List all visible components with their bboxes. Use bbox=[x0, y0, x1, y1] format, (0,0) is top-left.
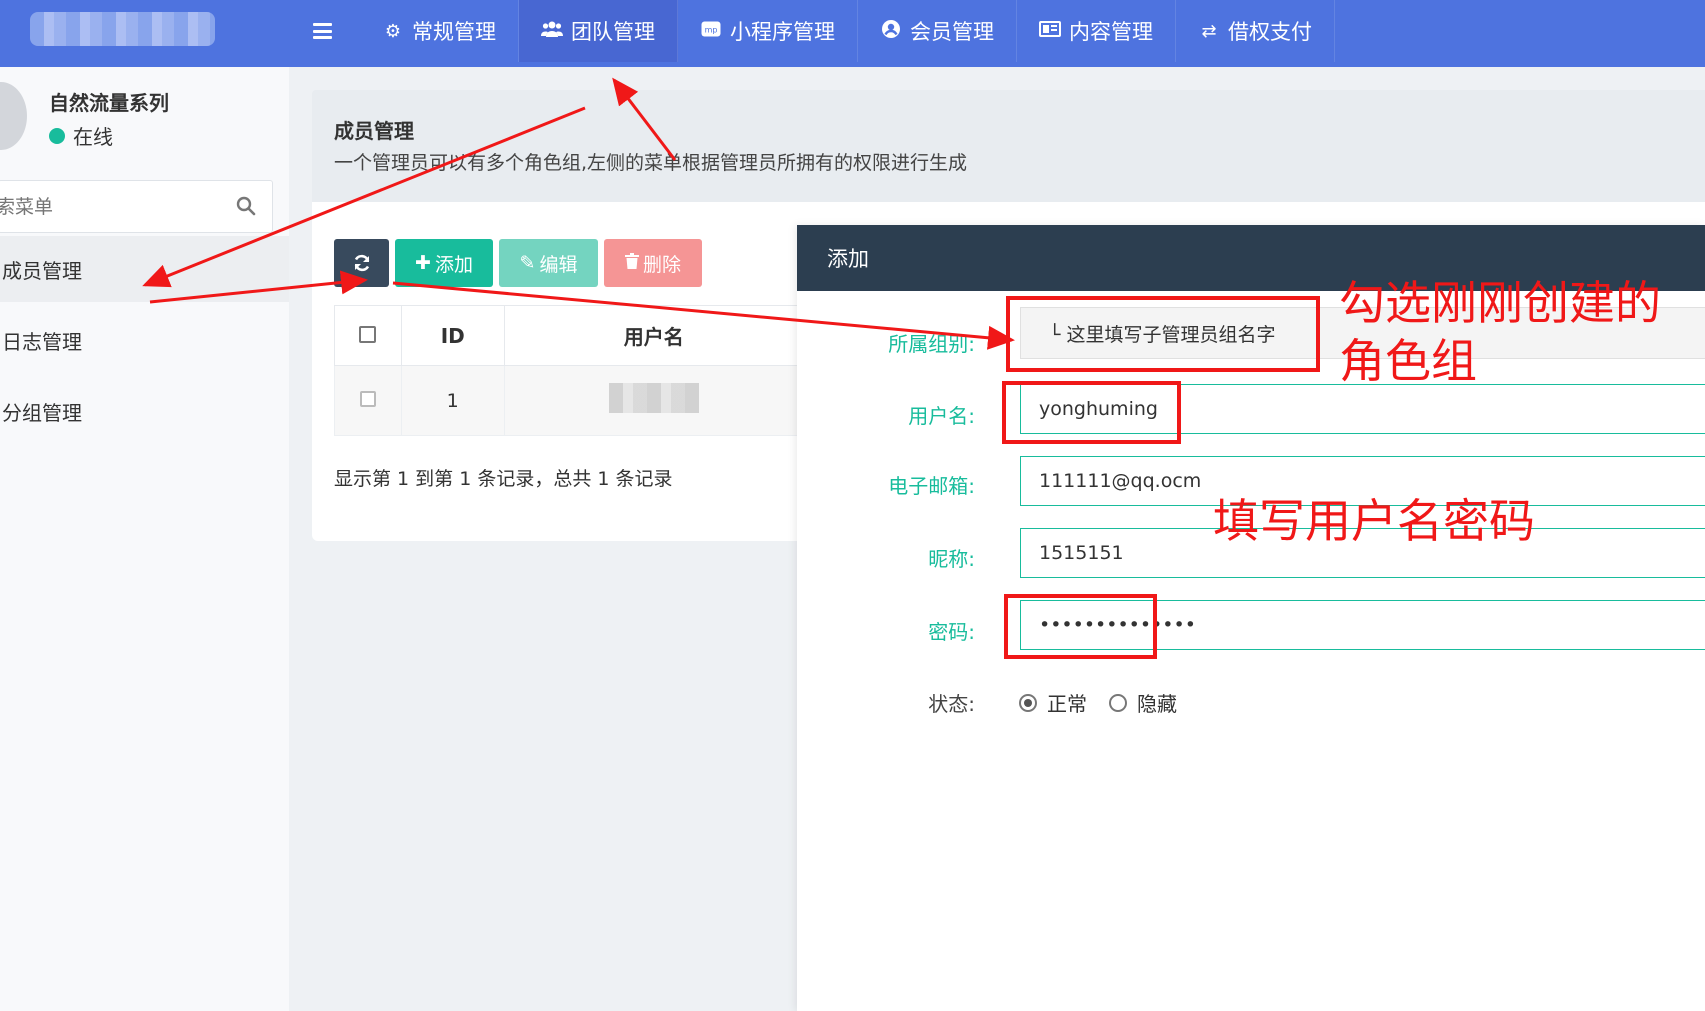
annotation-note-line: 勾选刚刚创建的 bbox=[1339, 276, 1661, 330]
toolbar: ✚ 添加 ✎ 编辑 删除 bbox=[334, 239, 702, 287]
annotation-note-select-role: 勾选刚刚创建的 角色组 bbox=[1339, 274, 1661, 390]
cell-id: 1 bbox=[400, 365, 505, 436]
page-title: 成员管理 bbox=[334, 119, 414, 143]
sidebar-item-members[interactable]: 成员管理 bbox=[0, 236, 289, 302]
nav-item-members[interactable]: 会员管理 bbox=[858, 0, 1017, 62]
refresh-button[interactable] bbox=[334, 239, 389, 287]
plus-icon: ✚ bbox=[415, 252, 431, 274]
delete-button-label: 删除 bbox=[642, 253, 681, 276]
hamburger-icon bbox=[312, 23, 332, 39]
row-select-cell bbox=[334, 365, 402, 436]
pagination-info: 显示第 1 到第 1 条记录，总共 1 条记录 bbox=[334, 468, 673, 490]
edit-button-label: 编辑 bbox=[539, 253, 578, 276]
annotation-note-fill-credentials: 填写用户名密码 bbox=[1213, 494, 1535, 548]
svg-text:mp: mp bbox=[705, 25, 718, 34]
sidebar: 自然流量系列 在线 成员管理 日志管理 分组管理 bbox=[0, 67, 289, 1011]
top-nav-menu: ⚙ 常规管理 团队管理 mp 小程序管理 会员管理 内容管理 ⇄ 借权支付 bbox=[360, 0, 1335, 62]
column-header-id[interactable]: ID bbox=[400, 305, 505, 366]
row-checkbox[interactable] bbox=[359, 390, 376, 407]
edit-button[interactable]: ✎ 编辑 bbox=[499, 239, 598, 287]
status-normal-label[interactable]: 正常 bbox=[1047, 688, 1087, 717]
nav-item-label: 小程序管理 bbox=[730, 20, 835, 44]
menu-search-input[interactable] bbox=[0, 193, 219, 221]
top-navbar: ⚙ 常规管理 团队管理 mp 小程序管理 会员管理 内容管理 ⇄ 借权支付 bbox=[0, 0, 1705, 67]
status-radio-group: 正常 隐藏 bbox=[1019, 688, 1199, 717]
online-dot-icon bbox=[49, 127, 65, 144]
trash-icon bbox=[624, 252, 639, 274]
users-icon bbox=[541, 21, 563, 42]
annotation-box-password bbox=[1004, 594, 1157, 659]
status-normal-radio[interactable] bbox=[1019, 693, 1037, 712]
nickname-label: 昵称: bbox=[928, 547, 975, 571]
password-label: 密码: bbox=[928, 620, 975, 644]
nav-item-general[interactable]: ⚙ 常规管理 bbox=[360, 0, 519, 62]
nav-item-label: 团队管理 bbox=[571, 20, 655, 44]
nav-item-label: 内容管理 bbox=[1069, 20, 1153, 44]
annotation-box-username bbox=[1002, 381, 1181, 444]
nav-item-label: 常规管理 bbox=[412, 20, 496, 44]
cogs-icon: ⚙ bbox=[384, 20, 402, 42]
add-button-label: 添加 bbox=[434, 253, 473, 276]
nav-item-team[interactable]: 团队管理 bbox=[519, 0, 678, 62]
status-hidden-radio[interactable] bbox=[1109, 693, 1127, 712]
username-label: 用户名: bbox=[908, 404, 975, 428]
email-label: 电子邮箱: bbox=[888, 474, 975, 498]
pencil-icon: ✎ bbox=[519, 252, 536, 274]
panel-header: 成员管理 一个管理员可以有多个角色组,左侧的菜单根据管理员所拥有的权限进行生成 bbox=[312, 90, 1705, 202]
group-label: 所属组别: bbox=[888, 332, 975, 356]
annotation-note-line: 角色组 bbox=[1339, 334, 1477, 388]
user-circle-icon bbox=[880, 19, 902, 44]
add-button[interactable]: ✚ 添加 bbox=[395, 239, 493, 287]
select-all-checkbox[interactable] bbox=[359, 325, 377, 343]
newspaper-icon bbox=[1039, 20, 1061, 42]
table-header-row: ID 用户名 bbox=[334, 305, 805, 366]
miniprogram-icon: mp bbox=[700, 21, 722, 42]
status-label: 状态: bbox=[928, 692, 975, 716]
select-all-cell bbox=[334, 305, 402, 366]
redacted-username bbox=[608, 383, 699, 413]
sidebar-item-label: 分组管理 bbox=[2, 400, 82, 425]
user-name: 自然流量系列 bbox=[49, 91, 169, 115]
page-description: 一个管理员可以有多个角色组,左侧的菜单根据管理员所拥有的权限进行生成 bbox=[334, 152, 968, 174]
status-hidden-label[interactable]: 隐藏 bbox=[1137, 688, 1177, 717]
avatar[interactable] bbox=[0, 82, 27, 150]
sidebar-item-groups[interactable]: 分组管理 bbox=[0, 378, 289, 444]
sidebar-toggle-button[interactable] bbox=[286, 0, 358, 62]
nav-item-label: 会员管理 bbox=[910, 20, 994, 44]
menu-search-box bbox=[0, 180, 273, 233]
members-table: ID 用户名 1 bbox=[334, 305, 805, 436]
nav-item-content[interactable]: 内容管理 bbox=[1017, 0, 1176, 62]
nav-item-payment[interactable]: ⇄ 借权支付 bbox=[1176, 0, 1335, 62]
online-status-label: 在线 bbox=[73, 125, 113, 149]
cell-username bbox=[503, 365, 805, 436]
sidebar-item-logs[interactable]: 日志管理 bbox=[0, 307, 289, 373]
column-header-username[interactable]: 用户名 bbox=[503, 305, 805, 366]
delete-button[interactable]: 删除 bbox=[604, 239, 702, 287]
logo[interactable] bbox=[30, 12, 215, 46]
nav-item-miniprogram[interactable]: mp 小程序管理 bbox=[678, 0, 858, 62]
nav-item-label: 借权支付 bbox=[1228, 20, 1312, 44]
sidebar-item-label: 成员管理 bbox=[2, 258, 82, 283]
online-status: 在线 bbox=[49, 121, 113, 150]
table-row[interactable]: 1 bbox=[334, 365, 805, 436]
refresh-icon bbox=[354, 254, 369, 272]
search-icon[interactable] bbox=[236, 196, 256, 216]
exchange-icon: ⇄ bbox=[1201, 20, 1217, 42]
sidebar-item-label: 日志管理 bbox=[2, 329, 82, 354]
annotation-box-group bbox=[1006, 296, 1320, 372]
